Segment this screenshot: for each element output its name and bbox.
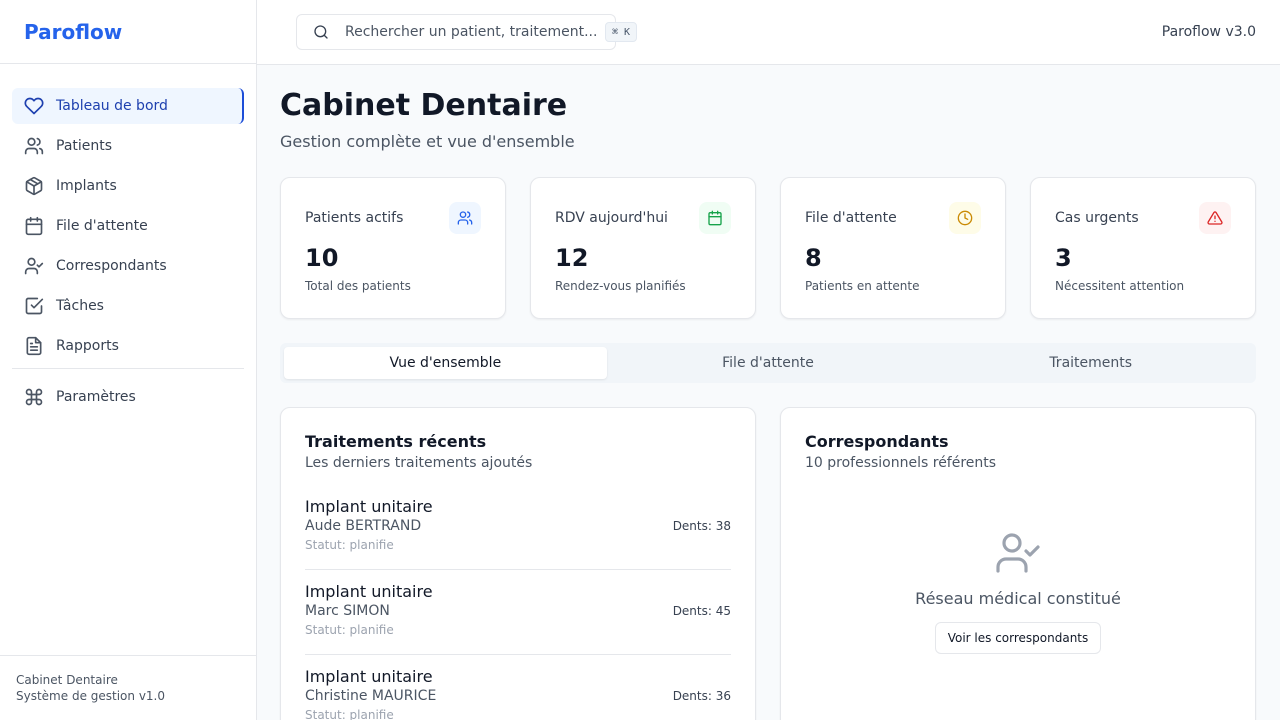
- footer-clinic-name: Cabinet Dentaire: [16, 673, 118, 687]
- stat-value: 3: [1055, 244, 1072, 272]
- stat-description: Total des patients: [305, 279, 411, 293]
- clock-icon: [949, 202, 981, 234]
- treatment-status: Statut: planifie: [305, 538, 394, 552]
- search-icon: [314, 25, 328, 39]
- view-correspondants-button[interactable]: Voir les correspondants: [934, 622, 1102, 654]
- sidebar-item-correspondants[interactable]: Correspondants: [12, 248, 244, 284]
- card-title: Correspondants: [805, 432, 949, 451]
- user-check-icon: [24, 256, 44, 276]
- package-icon: [24, 176, 44, 196]
- tab-treatments[interactable]: Traitements: [929, 347, 1252, 379]
- card-title: Traitements récents: [305, 432, 487, 451]
- stat-card-appointments-today: RDV aujourd'hui 12 Rendez-vous planifiés: [530, 177, 756, 319]
- patient-name: Aude BERTRAND: [305, 518, 422, 534]
- patient-name: Christine MAURICE: [305, 688, 437, 704]
- tab-overview[interactable]: Vue d'ensemble: [284, 347, 607, 379]
- app-version: Paroflow v3.0: [1161, 24, 1256, 40]
- empty-state-message: Réseau médical constitué: [915, 589, 1121, 608]
- footer-system-version: Système de gestion v1.0: [16, 689, 165, 703]
- user-check-icon: [996, 533, 1040, 573]
- view-tabs: Vue d'ensemble File d'attente Traitement…: [280, 343, 1256, 383]
- sidebar-item-reports[interactable]: Rapports: [12, 328, 244, 364]
- treatment-teeth: Dents: 36: [672, 689, 731, 703]
- sidebar: Paroflow Tableau de bord Patients Implan…: [0, 0, 257, 720]
- sidebar-nav: Tableau de bord Patients Implants File d…: [0, 64, 256, 415]
- sidebar-item-label: Implants: [56, 178, 117, 194]
- sidebar-footer: Cabinet Dentaire Système de gestion v1.0: [0, 655, 256, 720]
- stat-description: Nécessitent attention: [1055, 279, 1185, 293]
- check-square-icon: [24, 296, 44, 316]
- list-item[interactable]: Implant unitaire Christine MAURICE Statu…: [305, 655, 731, 720]
- search-placeholder: Rechercher un patient, traitement...: [345, 24, 598, 40]
- search-input[interactable]: Rechercher un patient, traitement...: [296, 14, 616, 50]
- sidebar-item-label: Tâches: [56, 298, 104, 314]
- sidebar-item-label: Rapports: [56, 338, 119, 354]
- stat-description: Rendez-vous planifiés: [555, 279, 686, 293]
- tab-queue[interactable]: File d'attente: [607, 347, 930, 379]
- stat-value: 8: [805, 244, 822, 272]
- treatment-name: Implant unitaire: [305, 667, 433, 686]
- stat-card-queue: File d'attente 8 Patients en attente: [780, 177, 1006, 319]
- stat-value: 10: [305, 244, 339, 272]
- sidebar-divider: [12, 368, 244, 369]
- alert-triangle-icon: [1199, 202, 1231, 234]
- list-item[interactable]: Implant unitaire Aude BERTRAND Statut: p…: [305, 485, 731, 570]
- brand-logo-text[interactable]: Paroflow: [24, 20, 122, 44]
- sidebar-item-label: Tableau de bord: [56, 98, 168, 114]
- sidebar-item-label: Correspondants: [56, 258, 167, 274]
- correspondants-card: Correspondants 10 professionnels référen…: [780, 407, 1256, 720]
- sidebar-item-tasks[interactable]: Tâches: [12, 288, 244, 324]
- users-icon: [24, 136, 44, 156]
- treatment-name: Implant unitaire: [305, 497, 433, 516]
- sidebar-item-label: Paramètres: [56, 389, 136, 405]
- treatment-teeth: Dents: 45: [672, 604, 731, 618]
- stat-value: 12: [555, 244, 589, 272]
- sidebar-item-dashboard[interactable]: Tableau de bord: [12, 88, 244, 124]
- sidebar-item-label: Patients: [56, 138, 113, 154]
- stat-card-active-patients: Patients actifs 10 Total des patients: [280, 177, 506, 319]
- calendar-icon: [699, 202, 731, 234]
- page-title: Cabinet Dentaire: [280, 88, 568, 123]
- treatments-list: Implant unitaire Aude BERTRAND Statut: p…: [305, 485, 731, 720]
- sidebar-item-implants[interactable]: Implants: [12, 168, 244, 204]
- empty-state: Réseau médical constitué Voir les corres…: [805, 529, 1231, 654]
- stat-card-urgent-cases: Cas urgents 3 Nécessitent attention: [1030, 177, 1256, 319]
- calendar-icon: [24, 216, 44, 236]
- sidebar-item-settings[interactable]: Paramètres: [12, 379, 244, 415]
- top-header: Rechercher un patient, traitement... ⌘ K…: [257, 0, 1280, 65]
- sidebar-item-label: File d'attente: [56, 218, 148, 234]
- card-subtitle: Les derniers traitements ajoutés: [305, 455, 533, 471]
- sidebar-item-patients[interactable]: Patients: [12, 128, 244, 164]
- command-icon: [24, 387, 44, 407]
- page-subtitle: Gestion complète et vue d'ensemble: [280, 132, 575, 151]
- users-icon: [449, 202, 481, 234]
- list-item[interactable]: Implant unitaire Marc SIMON Statut: plan…: [305, 570, 731, 655]
- patient-name: Marc SIMON: [305, 603, 390, 619]
- stat-description: Patients en attente: [805, 279, 920, 293]
- file-text-icon: [24, 336, 44, 356]
- treatment-status: Statut: planifie: [305, 623, 394, 637]
- keyboard-shortcut-badge: ⌘ K: [605, 22, 638, 42]
- brand: Paroflow: [0, 0, 256, 64]
- heart-icon: [24, 96, 44, 116]
- treatment-status: Statut: planifie: [305, 708, 394, 720]
- card-subtitle: 10 professionnels référents: [805, 455, 997, 471]
- recent-treatments-card: Traitements récents Les derniers traitem…: [280, 407, 756, 720]
- sidebar-item-queue[interactable]: File d'attente: [12, 208, 244, 244]
- treatment-name: Implant unitaire: [305, 582, 433, 601]
- treatment-teeth: Dents: 38: [672, 519, 731, 533]
